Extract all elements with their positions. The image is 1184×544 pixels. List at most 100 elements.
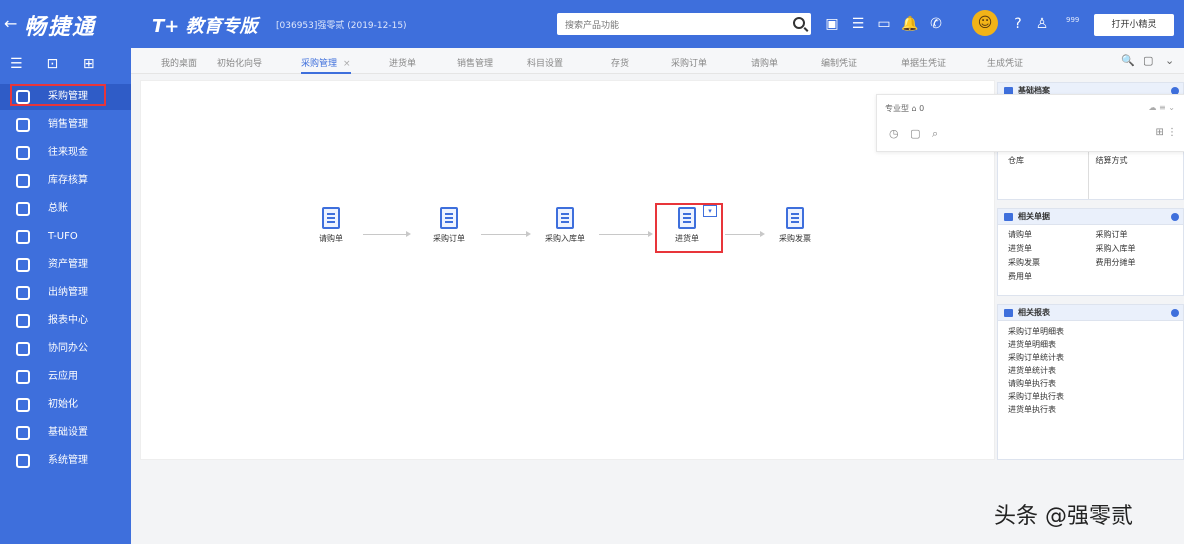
panel-link[interactable]: 请购单 bbox=[1008, 229, 1096, 241]
report-link[interactable]: 进货单统计表 bbox=[1008, 364, 1183, 377]
collapse-icon[interactable] bbox=[1171, 213, 1179, 221]
sidebar-item-inventory[interactable]: 库存核算 bbox=[0, 168, 131, 194]
search-input[interactable] bbox=[557, 15, 757, 37]
tab-doc-voucher[interactable]: 单据生凭证 bbox=[901, 56, 946, 69]
tab-purchase-order[interactable]: 采购订单 bbox=[671, 56, 707, 69]
tab-desktop[interactable]: 我的桌面 bbox=[161, 56, 197, 69]
panel-title: 相关报表 bbox=[1018, 308, 1050, 317]
sidebar-item-label: 基础设置 bbox=[48, 427, 88, 438]
phone-icon[interactable]: ✆ bbox=[926, 14, 946, 34]
panel-link[interactable]: 费用单 bbox=[1008, 271, 1096, 283]
tab-generate-voucher[interactable]: 生成凭证 bbox=[987, 56, 1023, 69]
open-assistant-button[interactable]: 打开小精灵 bbox=[1094, 14, 1174, 36]
panel-link[interactable]: 采购发票 bbox=[1008, 257, 1096, 269]
report-link[interactable]: 进货单执行表 bbox=[1008, 403, 1183, 416]
tab-account-setting[interactable]: 科目设置 bbox=[527, 56, 563, 69]
dropdown-flag-icon[interactable]: ▾ bbox=[703, 205, 717, 217]
notification-icon[interactable]: 🔔 bbox=[900, 14, 920, 34]
sidebar-item-label: 系统管理 bbox=[48, 455, 88, 466]
document-icon bbox=[1004, 213, 1013, 221]
flow-node-purchase-order[interactable]: 采购订单 bbox=[419, 207, 479, 244]
pin-icon[interactable]: ⊞ bbox=[83, 56, 115, 72]
add-widget-icon[interactable]: ⊞ ⋮ bbox=[1155, 127, 1177, 138]
bank-icon bbox=[16, 258, 30, 272]
tab-sales[interactable]: 销售管理 bbox=[457, 56, 493, 69]
message-count-badge: 999 bbox=[1066, 16, 1080, 24]
sidebar-item-init[interactable]: 初始化 bbox=[0, 392, 131, 418]
sidebar-item-settings[interactable]: 基础设置 bbox=[0, 420, 131, 446]
system-icon bbox=[16, 454, 30, 468]
sidebar-item-system[interactable]: 系统管理 bbox=[0, 448, 131, 474]
report-link[interactable]: 请购单执行表 bbox=[1008, 377, 1183, 390]
save-icon[interactable]: ▣ bbox=[822, 14, 842, 34]
close-icon[interactable]: × bbox=[343, 59, 351, 69]
sidebar-item-label: 库存核算 bbox=[48, 175, 88, 186]
panel-link[interactable]: 采购入库单 bbox=[1096, 243, 1184, 255]
sidebar-item-tufo[interactable]: T-UFO bbox=[0, 224, 131, 250]
flow-node-label: 请购单 bbox=[319, 234, 343, 243]
collapse-icon[interactable] bbox=[1171, 309, 1179, 317]
panel-header: 相关单据 bbox=[998, 209, 1183, 225]
report-link[interactable]: 采购订单执行表 bbox=[1008, 390, 1183, 403]
sidebar-item-assets[interactable]: 资产管理 bbox=[0, 252, 131, 278]
tab-init-wizard[interactable]: 初始化向导 bbox=[217, 56, 262, 69]
report-link[interactable]: 进货单明细表 bbox=[1008, 338, 1183, 351]
tab-more-icon[interactable]: ⌄ bbox=[1165, 54, 1174, 67]
tab-stock[interactable]: 存货 bbox=[611, 56, 629, 69]
sidebar-item-office[interactable]: 协同办公 bbox=[0, 336, 131, 362]
edition-title: T+ 教育专版 bbox=[152, 16, 258, 37]
tab-bar: 我的桌面 初始化向导 采购管理 × 进货单 销售管理 科目设置 存货 采购订单 请… bbox=[131, 48, 1184, 74]
report-link[interactable]: 采购订单明细表 bbox=[1008, 325, 1183, 338]
sidebar-item-sales[interactable]: 销售管理 bbox=[0, 112, 131, 138]
sales-icon bbox=[16, 118, 30, 132]
invoice-icon bbox=[786, 207, 804, 229]
search-icon[interactable] bbox=[793, 17, 805, 29]
sidebar-item-ledger[interactable]: 总账 bbox=[0, 196, 131, 222]
flow-node-invoice[interactable]: 采购发票 bbox=[765, 207, 825, 244]
favorites-icon[interactable]: ⊡ bbox=[46, 56, 78, 72]
panel-link-warehouse[interactable]: 仓库 bbox=[1008, 155, 1096, 167]
tab-requisition[interactable]: 请购单 bbox=[751, 56, 778, 69]
chart-icon bbox=[16, 314, 30, 328]
assistant-avatar[interactable]: ☺ bbox=[972, 10, 998, 36]
panel-link-settlement[interactable]: 结算方式 bbox=[1096, 155, 1184, 167]
menu-icon[interactable]: ☰ bbox=[10, 56, 42, 72]
message-icon[interactable]: ▭ bbox=[874, 14, 894, 34]
report-icon bbox=[1004, 309, 1013, 317]
popover-options-icon[interactable]: ☁ ≡ ⌄ bbox=[1149, 103, 1176, 112]
back-icon[interactable]: ← bbox=[4, 14, 17, 33]
sidebar-tools: ☰ ⊡ ⊞ bbox=[10, 56, 115, 72]
panel-link[interactable]: 进货单 bbox=[1008, 243, 1096, 255]
sidebar-item-cloud[interactable]: 云应用 bbox=[0, 364, 131, 390]
panel-header: 相关报表 bbox=[998, 305, 1183, 321]
init-icon bbox=[16, 398, 30, 412]
list-icon[interactable]: ☰ bbox=[848, 14, 868, 34]
flow-node-receipt-in[interactable]: 采购入库单 bbox=[535, 207, 595, 244]
sidebar-item-report-center[interactable]: 报表中心 bbox=[0, 308, 131, 334]
tab-purchase[interactable]: 采购管理 × bbox=[301, 56, 351, 74]
flow-node-label: 采购入库单 bbox=[545, 234, 585, 243]
panel-related-reports: 相关报表 采购订单明细表 进货单明细表 采购订单统计表 进货单统计表 请购单执行… bbox=[997, 304, 1184, 460]
ledger-icon bbox=[16, 202, 30, 216]
user-icon[interactable]: ♙ bbox=[1032, 14, 1052, 34]
global-search[interactable] bbox=[557, 13, 811, 37]
flow-arrow bbox=[725, 231, 765, 237]
tab-window-icon[interactable]: ▢ bbox=[1143, 54, 1153, 67]
tab-receipt[interactable]: 进货单 bbox=[389, 56, 416, 69]
tab-search-icon[interactable]: 🔍 bbox=[1121, 54, 1135, 67]
sidebar-item-label: 总账 bbox=[48, 203, 68, 214]
panel-link[interactable]: 采购订单 bbox=[1096, 229, 1184, 241]
flow-node-requisition[interactable]: 请购单 bbox=[301, 207, 361, 244]
sidebar-item-cash[interactable]: 往来现金 bbox=[0, 140, 131, 166]
report-icon bbox=[16, 230, 30, 244]
flow-arrow bbox=[599, 231, 653, 237]
sidebar-item-label: 往来现金 bbox=[48, 147, 88, 158]
tab-label: 采购管理 bbox=[301, 59, 338, 69]
popover-tools-icon[interactable]: ◷ ▢ ⌕ bbox=[889, 127, 942, 141]
inventory-icon bbox=[16, 174, 30, 188]
sidebar-item-cashier[interactable]: 出纳管理 bbox=[0, 280, 131, 306]
panel-link[interactable]: 费用分摊单 bbox=[1096, 257, 1184, 269]
tab-voucher[interactable]: 编制凭证 bbox=[821, 56, 857, 69]
help-icon[interactable]: ? bbox=[1008, 14, 1028, 34]
report-link[interactable]: 采购订单统计表 bbox=[1008, 351, 1183, 364]
